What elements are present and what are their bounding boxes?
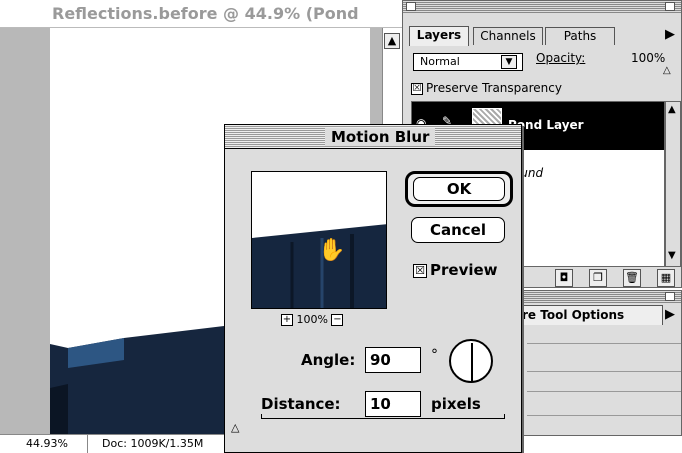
degree-symbol: ° — [431, 347, 438, 363]
layers-scrollbar[interactable]: ▲ ▼ — [665, 101, 681, 267]
cancel-button[interactable]: Cancel — [411, 217, 505, 243]
divider — [527, 415, 681, 416]
image-dark-water — [50, 326, 224, 436]
dialog-titlebar[interactable]: Motion Blur — [225, 125, 521, 149]
hand-cursor-icon: ✋ — [318, 238, 346, 263]
distance-input[interactable]: 10 — [365, 391, 421, 417]
distance-slider-track[interactable] — [261, 414, 505, 419]
new-layer-icon[interactable]: ❐ — [589, 269, 607, 287]
palette-menu-arrow-icon[interactable]: ▶ — [665, 307, 675, 322]
tab-tool-options[interactable]: re Tool Options — [513, 305, 663, 325]
status-zoom[interactable]: 44.93% — [0, 435, 88, 453]
image-shadow — [50, 384, 68, 436]
filter-preview[interactable]: ✋ — [251, 171, 387, 309]
preview-zoom-controls: + 100% − — [281, 313, 344, 326]
divider — [527, 371, 681, 372]
palette-zoom-icon[interactable] — [665, 2, 675, 11]
zoom-out-icon[interactable]: − — [331, 314, 344, 326]
layers-palette-tabs: Layers Channels Paths ▶ — [403, 15, 681, 47]
ok-button[interactable]: OK — [405, 171, 513, 207]
chevron-down-icon[interactable]: ▼ — [501, 55, 517, 69]
angle-label: Angle: — [301, 351, 356, 369]
zoom-in-icon[interactable]: + — [281, 314, 293, 326]
opacity-label[interactable]: Opacity: — [536, 51, 585, 65]
divider — [527, 391, 681, 392]
distance-slider-thumb-icon[interactable]: △ — [231, 421, 239, 434]
slider-tick — [504, 414, 505, 419]
palette-resize-icon[interactable]: ▦ — [657, 269, 675, 287]
scroll-up-arrow-icon[interactable]: ▲ — [384, 33, 400, 49]
preserve-transparency-checkbox[interactable]: ☒ Preserve Transparency — [411, 81, 562, 95]
preview-label: Preview — [430, 261, 498, 279]
opacity-slider-icon[interactable]: △ — [663, 65, 671, 76]
angle-input[interactable]: 90 — [365, 347, 421, 373]
angle-dial-needle[interactable] — [471, 343, 473, 381]
tab-channels[interactable]: Channels — [473, 27, 543, 45]
opacity-value[interactable]: 100% — [631, 51, 665, 65]
preview-checkbox[interactable]: ☒ Preview — [413, 261, 498, 279]
slider-tick — [261, 414, 262, 419]
preview-zoom-level: 100% — [296, 313, 328, 326]
distance-label: Distance: — [261, 395, 341, 413]
trash-icon[interactable]: 🗑 — [623, 269, 641, 287]
layer-mask-icon[interactable]: ◘ — [555, 269, 573, 287]
document-title-bar[interactable]: Reflections.before @ 44.9% (Pond — [0, 0, 402, 28]
palette-zoom-icon[interactable] — [665, 292, 675, 301]
tab-paths[interactable]: Paths — [545, 27, 615, 45]
angle-dial[interactable] — [449, 339, 493, 383]
layers-palette-titlebar[interactable] — [403, 1, 681, 13]
dialog-title: Motion Blur — [325, 128, 436, 146]
scroll-up-arrow-icon[interactable]: ▲ — [668, 104, 676, 115]
preserve-transparency-label: Preserve Transparency — [426, 81, 562, 95]
checkbox-icon[interactable]: ☒ — [413, 263, 427, 278]
preview-dark-region — [252, 224, 386, 308]
tab-layers[interactable]: Layers — [409, 26, 469, 46]
checkbox-icon[interactable]: ☒ — [411, 82, 423, 95]
palette-close-icon[interactable] — [406, 2, 416, 11]
document-title: Reflections.before @ 44.9% (Pond — [52, 4, 359, 23]
palette-menu-arrow-icon[interactable]: ▶ — [665, 27, 675, 42]
scroll-down-arrow-icon[interactable]: ▼ — [668, 250, 676, 261]
motion-blur-dialog: Motion Blur ✋ + 100% − OK Cancel ☒ Previe… — [224, 124, 522, 453]
divider — [527, 343, 681, 344]
ok-button-label[interactable]: OK — [413, 177, 505, 201]
distance-unit: pixels — [431, 395, 481, 413]
